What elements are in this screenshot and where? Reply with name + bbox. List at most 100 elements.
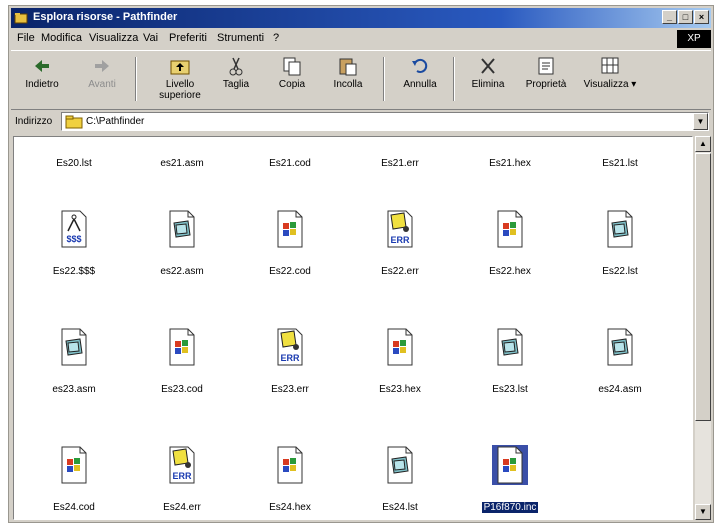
file-name: Es24.err (163, 502, 201, 513)
delete-label: Elimina (471, 79, 505, 90)
paste-icon (339, 58, 357, 76)
scissors-icon (229, 57, 243, 76)
generic-file-icon (602, 327, 638, 367)
file-item[interactable]: ERR Es23.err (240, 327, 340, 395)
forward-label: Avanti (88, 79, 116, 90)
generic-file-icon (56, 327, 92, 367)
delete-button[interactable]: Elimina (459, 55, 517, 90)
generic-file-icon (382, 445, 418, 485)
title-bar[interactable]: Esplora risorse - Pathfinder _ □ × (11, 8, 711, 28)
up-level-button[interactable]: Livello superiore (151, 55, 209, 101)
file-name: Es23.cod (161, 384, 203, 395)
forward-arrow-icon (95, 60, 109, 72)
svg-text:$$$: $$$ (66, 234, 81, 244)
file-name: Es21.err (381, 158, 419, 169)
windows-file-icon (272, 445, 308, 485)
file-item[interactable]: Es23.cod (132, 327, 232, 395)
file-name: Es22.$$$ (52, 266, 96, 277)
file-icon (164, 137, 200, 141)
address-bar: Indirizzo C:\Pathfinder ▼ (11, 110, 711, 134)
file-name: es21.asm (160, 158, 204, 169)
menu-visualizza[interactable]: Visualizza (89, 32, 138, 44)
file-icon (492, 137, 528, 141)
menu-preferiti[interactable]: Preferiti (169, 32, 207, 44)
generic-file-icon (492, 327, 528, 367)
file-name: Es22.hex (489, 266, 531, 277)
forward-button[interactable]: Avanti (73, 55, 131, 90)
file-item[interactable]: ERR Es22.err (350, 209, 450, 277)
menu-vai[interactable]: Vai (143, 32, 158, 44)
copy-label: Copia (278, 79, 306, 90)
file-icon (56, 137, 92, 141)
file-item[interactable]: Es21.cod (240, 137, 340, 169)
file-name: Es21.hex (489, 158, 531, 169)
file-item[interactable]: Es23.hex (350, 327, 450, 395)
file-name: es24.asm (598, 384, 642, 395)
file-item[interactable]: Es24.lst (350, 445, 450, 513)
close-button[interactable]: × (694, 10, 709, 24)
menu-file[interactable]: File (17, 32, 35, 44)
windows-flag-logo: XP (677, 30, 711, 48)
file-name: Es23.err (271, 384, 309, 395)
file-item[interactable]: ERR Es24.err (132, 445, 232, 513)
file-item[interactable]: es24.asm (570, 327, 670, 395)
file-item[interactable]: Es22.hex (460, 209, 560, 277)
explorer-window: Esplora risorse - Pathfinder _ □ × File … (8, 5, 714, 523)
windows-file-icon (56, 445, 92, 485)
file-item[interactable]: Es24.cod (24, 445, 124, 513)
copy-button[interactable]: Copia (263, 55, 321, 90)
folder-icon (65, 115, 83, 129)
file-item[interactable]: Es22.lst (570, 209, 670, 277)
file-icon (382, 137, 418, 141)
address-field[interactable]: C:\Pathfinder ▼ (61, 112, 709, 131)
scroll-thumb[interactable] (695, 153, 711, 421)
err-file-icon: ERR (272, 327, 308, 367)
file-item[interactable]: Es22.cod (240, 209, 340, 277)
properties-label: Proprietà (525, 79, 567, 90)
toolbar: Indietro Avanti Livello superiore Taglia… (11, 50, 711, 110)
file-name: P16f870.inc (481, 502, 539, 513)
file-item[interactable]: Es23.lst (460, 327, 560, 395)
err-file-icon: ERR (164, 445, 200, 485)
vertical-scrollbar[interactable]: ▲ ▼ (695, 136, 711, 520)
file-item[interactable]: Es21.err (350, 137, 450, 169)
menu-modifica[interactable]: Modifica (41, 32, 82, 44)
undo-icon (412, 58, 428, 73)
undo-label: Annulla (403, 79, 437, 90)
dollar-file-icon: $$$ (56, 209, 92, 249)
menu-strumenti[interactable]: Strumenti (217, 32, 264, 44)
file-item[interactable]: $$$ Es22.$$$ (24, 209, 124, 277)
file-item[interactable]: Es21.hex (460, 137, 560, 169)
file-name: Es23.lst (492, 384, 528, 395)
views-grid-icon (601, 57, 619, 74)
views-button[interactable]: Visualizza ▾ (577, 55, 643, 90)
back-button[interactable]: Indietro (13, 55, 71, 90)
properties-icon (538, 57, 554, 75)
file-item[interactable]: es22.asm (132, 209, 232, 277)
menu-help[interactable]: ? (273, 32, 279, 44)
file-item[interactable]: Es24.hex (240, 445, 340, 513)
file-name: Es23.hex (379, 384, 421, 395)
file-item[interactable]: Es20.lst (24, 137, 124, 169)
undo-button[interactable]: Annulla (391, 55, 449, 90)
file-item[interactable]: Es21.lst (570, 137, 670, 169)
file-item[interactable]: es21.asm (132, 137, 232, 169)
file-icon (602, 137, 638, 141)
address-path: C:\Pathfinder (86, 116, 145, 127)
file-name: es22.asm (160, 266, 204, 277)
cut-button[interactable]: Taglia (207, 55, 265, 90)
paste-button[interactable]: Incolla (319, 55, 377, 90)
windows-file-icon (492, 445, 528, 485)
scroll-up-button[interactable]: ▲ (695, 136, 711, 152)
file-name: Es22.lst (602, 266, 638, 277)
file-item[interactable]: P16f870.inc (460, 445, 560, 513)
svg-text:ERR: ERR (172, 471, 192, 481)
minimize-button[interactable]: _ (662, 10, 677, 24)
up-level-label-2: superiore (159, 90, 201, 101)
properties-button[interactable]: Proprietà (517, 55, 575, 90)
address-dropdown-button[interactable]: ▼ (693, 113, 708, 130)
maximize-button[interactable]: □ (678, 10, 693, 24)
file-item[interactable]: es23.asm (24, 327, 124, 395)
scroll-down-button[interactable]: ▼ (695, 504, 711, 520)
file-list-pane[interactable]: Es20.lst es21.asm Es21.cod Es21.err Es21.hex… (13, 136, 693, 520)
